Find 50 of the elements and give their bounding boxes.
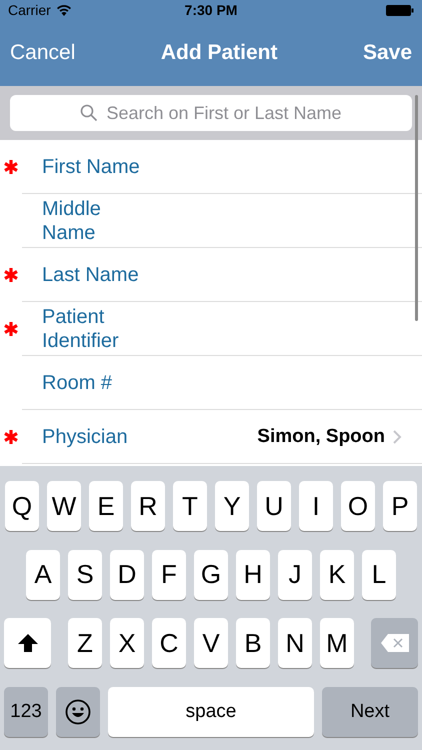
keyboard-key[interactable]: J: [278, 550, 312, 600]
search-icon: [80, 104, 98, 122]
keyboard-key[interactable]: A: [26, 550, 60, 600]
keyboard-key[interactable]: R: [131, 481, 165, 532]
backspace-icon: [380, 633, 410, 654]
keyboard-key[interactable]: W: [47, 481, 81, 532]
numbers-key[interactable]: 123: [4, 686, 48, 737]
keyboard-key[interactable]: E: [89, 481, 123, 532]
field-label: Last Name: [42, 262, 140, 286]
keyboard-key[interactable]: X: [110, 618, 144, 668]
chevron-icon: [393, 430, 402, 444]
shift-arrow-icon: [16, 633, 38, 654]
save-button[interactable]: Save: [362, 41, 412, 65]
smiley-icon: [65, 698, 91, 725]
keyboard-key[interactable]: D: [110, 550, 144, 600]
wifi-icon: [56, 4, 72, 16]
keyboard-key[interactable]: G: [194, 550, 228, 600]
keyboard-key[interactable]: N: [278, 618, 312, 668]
field-label: First Name: [42, 154, 141, 178]
keyboard-key[interactable]: K: [320, 550, 354, 600]
field-label: Physician: [42, 424, 129, 448]
keyboard-key[interactable]: O: [341, 481, 375, 532]
field-label: Patient Identifier: [42, 304, 120, 352]
keyboard-key[interactable]: F: [152, 550, 186, 600]
next-key[interactable]: Next: [322, 686, 418, 737]
keyboard-key[interactable]: B: [236, 618, 270, 668]
keyboard-key[interactable]: I: [299, 481, 333, 532]
keyboard-key[interactable]: M: [320, 618, 354, 668]
battery-icon: [386, 4, 414, 16]
shift-key[interactable]: [4, 618, 51, 668]
keyboard-key[interactable]: V: [194, 618, 228, 668]
keyboard-key[interactable]: T: [173, 481, 207, 532]
keyboard-key[interactable]: Z: [68, 618, 102, 668]
cancel-button[interactable]: Cancel: [10, 41, 76, 65]
screen-title: Add Patient: [160, 41, 278, 65]
field-label: Middle Name: [42, 196, 102, 244]
keyboard-key[interactable]: Y: [215, 481, 249, 532]
keyboard-key[interactable]: Q: [5, 481, 39, 532]
keyboard-key[interactable]: S: [68, 550, 102, 600]
emoji-key[interactable]: [56, 686, 100, 737]
space-key[interactable]: space: [108, 686, 314, 737]
keyboard-key[interactable]: C: [152, 618, 186, 668]
physician-value[interactable]: Simon, Spoon: [257, 426, 385, 448]
field-label: Room #: [42, 370, 114, 394]
carrier-label: Carrier: [8, 2, 51, 18]
keyboard-key[interactable]: U: [257, 481, 291, 532]
keyboard-key[interactable]: H: [236, 550, 270, 600]
keyboard-key[interactable]: P: [383, 481, 417, 532]
clock-time: 7:30 PM: [184, 2, 238, 18]
keyboard-key[interactable]: L: [362, 550, 396, 600]
